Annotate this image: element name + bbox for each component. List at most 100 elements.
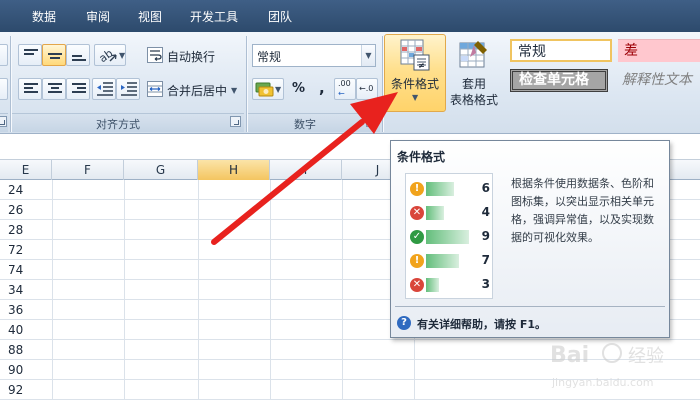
warning-icon: ! [410,254,424,268]
conditional-format-label: 条件格式 [390,77,439,91]
cell-e-value[interactable]: 90 [8,363,48,377]
font-dialog-launcher[interactable] [0,116,7,127]
cell-e-value[interactable]: 88 [8,343,48,357]
column-header-g[interactable]: G [124,160,198,180]
tooltip-help-text: 有关详细帮助，请按 F1。 [417,318,546,331]
ribbon-separator [382,36,383,132]
number-dialog-launcher[interactable] [366,116,377,127]
cell-e-value[interactable]: 26 [8,203,48,217]
decrease-decimal-icon: ←.0 [359,84,374,93]
tab-view[interactable]: 视图 [138,8,162,25]
conditional-format-button[interactable]: ≠ 条件格式 ▼ [384,34,446,112]
align-center-button[interactable] [42,78,66,100]
cell-e-value[interactable]: 24 [8,183,48,197]
arrow-left-icon: ← [338,89,345,98]
error-icon: ✕ [410,206,424,220]
cell-e-value[interactable]: 34 [8,283,48,297]
format-as-table-label-line2: 表格格式 [449,93,498,107]
column-header-f[interactable]: F [52,160,124,180]
alignment-dialog-launcher[interactable] [230,116,241,127]
tooltip-description: 根据条件使用数据条、色阶和图标集，以突出显示相关单元格，强调异常值，以及实现数据… [511,177,654,244]
wrap-text-label: 自动换行 [167,50,216,64]
help-icon: ? [397,316,411,330]
tab-team[interactable]: 团队 [268,8,292,25]
watermark-brand-cn: 经验 [628,346,664,367]
preview-value: 7 [481,253,490,267]
chevron-down-icon: ▼ [275,85,282,94]
cell-style-check-cell[interactable]: 检查单元格 [510,69,608,92]
merge-center-icon [147,81,163,97]
wrap-text-icon [147,47,163,63]
column-header-e[interactable]: E [0,160,52,180]
chevron-down-icon: ▼ [412,93,419,102]
increase-indent-button[interactable] [116,78,140,100]
data-bar [426,182,454,196]
font-tool-button[interactable] [0,78,8,100]
comma-style-button[interactable]: , [310,78,332,100]
wrap-text-button[interactable]: 自动换行 [144,44,240,66]
number-format-combo[interactable]: 常规 ▼ [252,44,376,67]
tab-developer[interactable]: 开发工具 [190,8,238,25]
baidu-watermark: Bai 经验 jingyan.baidu.com [548,338,688,394]
preview-value: 9 [481,229,490,243]
align-top-icon [24,49,38,61]
cell-e-value[interactable]: 74 [8,263,48,277]
tab-review[interactable]: 审阅 [86,8,110,25]
cell-style-explanatory[interactable]: 解释性文本 [616,69,700,92]
svg-text:≠: ≠ [418,61,425,70]
number-group-label: 数字 [294,118,316,131]
chevron-down-icon: ▼ [231,86,238,95]
grid-line [0,359,700,360]
cell-e-value[interactable]: 92 [8,383,48,397]
decrease-indent-button[interactable] [92,78,116,100]
decrease-decimal-button[interactable]: ←.0 [356,78,378,100]
text-orientation-icon: ab [97,47,117,64]
percent-icon: % [292,81,306,96]
format-as-table-icon [459,41,487,68]
tab-data[interactable]: 数据 [32,8,56,25]
accounting-format-button[interactable]: ▼ [252,78,284,100]
cell-e-value[interactable]: 28 [8,223,48,237]
font-tool-button[interactable] [0,44,8,66]
cell-style-normal[interactable]: 常规 [510,39,612,62]
grid-line [0,379,700,380]
cell-e-value[interactable]: 36 [8,303,48,317]
cell-e-value[interactable]: 72 [8,243,48,257]
cell-style-bad[interactable]: 差 [618,39,700,62]
align-right-button[interactable] [66,78,90,100]
preview-row: ! 6 [406,180,494,198]
align-top-button[interactable] [18,44,42,66]
data-bar [426,254,459,268]
align-left-button[interactable] [18,78,42,100]
chevron-down-icon: ▼ [119,51,126,60]
data-bar [426,230,469,244]
column-header-i[interactable]: I [270,160,342,180]
currency-icon [255,82,274,97]
merge-center-label: 合并后居中 [167,84,228,98]
increase-decimal-button[interactable]: .00 ← [334,78,356,100]
baidu-logo-icon: Bai 经验 jingyan.baidu.com [550,343,664,389]
grid-line [124,180,125,400]
preview-value: 4 [481,205,490,219]
tooltip-preview-image: ! 6 ✕ 4 ✓ 9! 7 ✕ 3 [405,173,493,299]
tooltip-divider [395,306,665,307]
merge-center-button[interactable]: 合并后居中 ▼ [144,78,240,100]
preview-row: ✕ 4 [406,204,494,222]
align-bottom-icon [72,51,86,63]
format-as-table-button[interactable]: 套用 表格格式 [444,34,504,112]
percent-button[interactable]: % [286,78,308,100]
ribbon-separator [10,36,11,132]
watermark-brand: Bai [550,343,589,368]
warning-icon: ! [410,182,424,196]
chevron-down-icon[interactable]: ▼ [361,45,375,66]
grid-line [342,180,343,400]
align-middle-button[interactable] [42,44,66,66]
conditional-format-tooltip: 条件格式 ! 6 ✕ 4 ✓ 9! 7 ✕ 3 根据条件使用数据条、色阶和图标集，以突出显示相关… [390,140,670,338]
align-bottom-button[interactable] [66,44,90,66]
decrease-indent-icon [97,82,113,96]
number-format-value: 常规 [257,50,282,64]
orientation-button[interactable]: ab ▼ [94,44,126,66]
column-header-h[interactable]: H [198,160,270,180]
increase-decimal-icon: .00 [338,79,351,88]
cell-e-value[interactable]: 40 [8,323,48,337]
